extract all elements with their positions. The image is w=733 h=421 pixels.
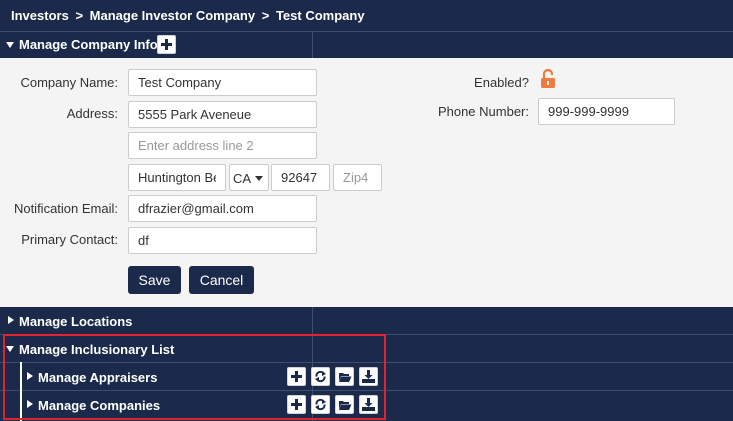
download-appraisers-button[interactable]	[359, 367, 378, 386]
company-info-title: Manage Company Info	[19, 37, 158, 52]
plus-icon	[291, 399, 302, 410]
plus-icon	[161, 39, 172, 50]
add-company-list-button[interactable]	[287, 395, 306, 414]
zip-input[interactable]	[271, 164, 330, 191]
unlock-icon	[541, 68, 555, 88]
breadcrumb-manage-investor-company[interactable]: Manage Investor Company	[90, 8, 255, 23]
breadcrumb-separator: >	[75, 8, 84, 23]
caret-right-icon	[8, 316, 14, 324]
enabled-label: Enabled?	[474, 75, 529, 90]
inclusionary-header[interactable]: Manage Inclusionary List	[0, 334, 733, 362]
enabled-toggle[interactable]	[540, 68, 556, 89]
appraisers-row[interactable]: Manage Appraisers	[0, 362, 733, 390]
add-company-button[interactable]	[157, 35, 176, 54]
caret-right-icon	[27, 400, 33, 408]
address-line2-input[interactable]	[128, 132, 317, 159]
refresh-icon	[315, 398, 326, 411]
breadcrumb-separator: >	[261, 8, 270, 23]
phone-number-label: Phone Number:	[437, 104, 529, 119]
companies-title: Manage Companies	[38, 398, 161, 413]
locations-header[interactable]: Manage Locations	[0, 307, 733, 334]
appraisers-title: Manage Appraisers	[38, 370, 158, 385]
company-info-header[interactable]: Manage Company Info	[0, 31, 733, 58]
zip4-input[interactable]	[333, 164, 382, 191]
address-label: Address:	[66, 106, 118, 121]
breadcrumb-investors[interactable]: Investors	[11, 8, 69, 23]
state-select[interactable]: CA	[229, 164, 269, 191]
add-appraiser-button[interactable]	[287, 367, 306, 386]
notification-email-input[interactable]	[128, 195, 317, 222]
company-name-label: Company Name:	[20, 75, 118, 90]
download-icon	[362, 398, 375, 411]
primary-contact-input[interactable]	[128, 227, 317, 254]
phone-number-input[interactable]	[538, 98, 675, 125]
folder-open-icon	[338, 400, 351, 410]
refresh-icon	[315, 370, 326, 383]
primary-contact-label: Primary Contact:	[21, 232, 118, 247]
breadcrumb: Investors > Manage Investor Company > Te…	[0, 0, 733, 31]
caret-down-icon	[6, 346, 14, 352]
open-companies-button[interactable]	[335, 395, 354, 414]
locations-title: Manage Locations	[19, 314, 133, 329]
folder-open-icon	[338, 372, 351, 382]
address-line1-input[interactable]	[128, 101, 317, 128]
caret-down-icon	[255, 176, 263, 181]
plus-icon	[291, 371, 302, 382]
notification-email-label: Notification Email:	[13, 201, 118, 216]
breadcrumb-current: Test Company	[275, 8, 365, 23]
city-input[interactable]	[128, 164, 226, 191]
open-appraisers-button[interactable]	[335, 367, 354, 386]
save-button[interactable]: Save	[128, 266, 181, 294]
company-info-form: Company Name: Address: CA Notification E…	[0, 58, 733, 307]
companies-row[interactable]: Manage Companies	[0, 390, 733, 421]
download-icon	[362, 370, 375, 383]
caret-down-icon	[6, 42, 14, 48]
refresh-appraisers-button[interactable]	[311, 367, 330, 386]
caret-right-icon	[27, 372, 33, 380]
state-select-value: CA	[233, 171, 252, 186]
company-name-input[interactable]	[128, 69, 317, 96]
refresh-companies-button[interactable]	[311, 395, 330, 414]
inclusionary-title: Manage Inclusionary List	[19, 342, 175, 357]
cancel-button[interactable]: Cancel	[189, 266, 254, 294]
download-companies-button[interactable]	[359, 395, 378, 414]
